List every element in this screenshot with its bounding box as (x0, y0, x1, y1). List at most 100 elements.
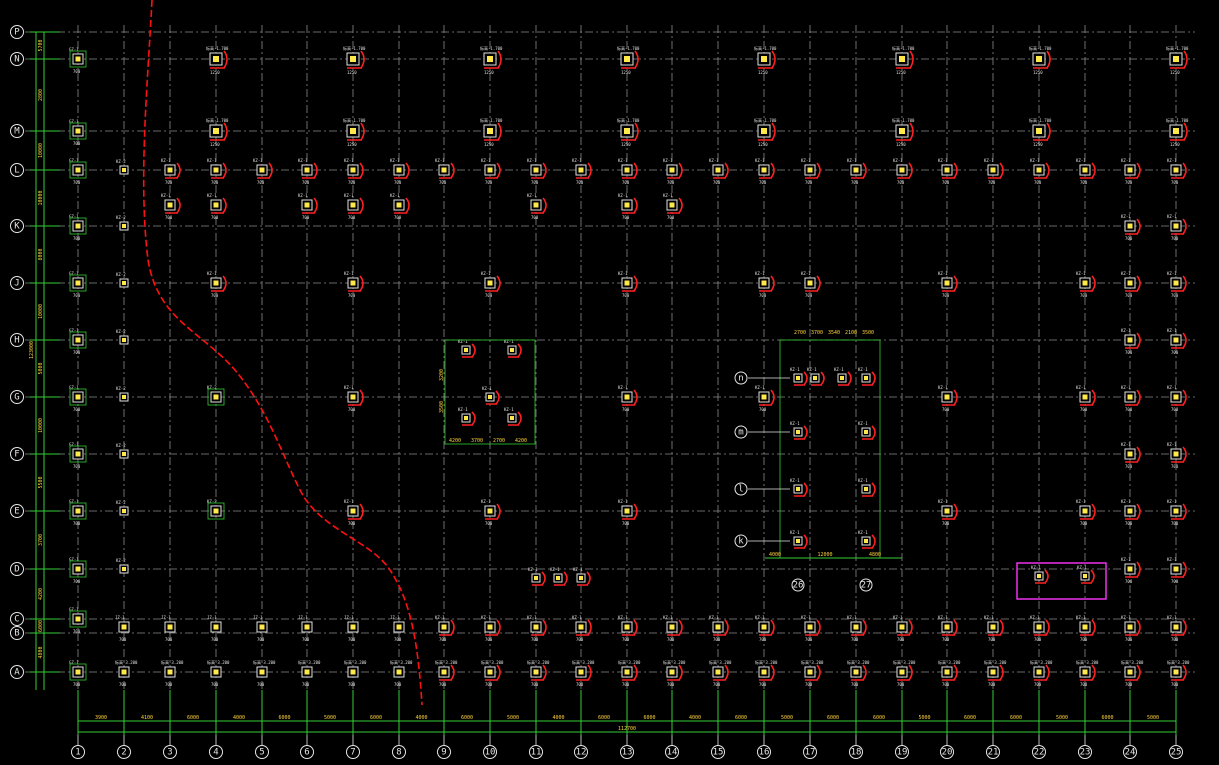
column-symbol[interactable]: JZ-1 700 (390, 615, 405, 642)
column-symbol[interactable]: GZ-1700 (69, 557, 87, 584)
column-symbol[interactable]: 标高-1.700 1250 (480, 117, 503, 147)
column-symbol[interactable]: KZ-1 700 (618, 385, 638, 412)
column-symbol[interactable]: KZ-1 700 (344, 385, 364, 412)
column-symbol[interactable]: KZ-2 (116, 443, 129, 459)
local-axis-m[interactable]: m (734, 425, 790, 439)
column-symbol[interactable]: KZ-1 700 (1167, 271, 1187, 298)
column-symbol[interactable]: 标高-3.200 700 (161, 659, 184, 687)
column-symbol[interactable]: KZ-1 700 (1076, 158, 1096, 185)
column-symbol[interactable]: KZ-1 700 (1121, 442, 1141, 469)
axis-bubble-10[interactable]: 10 (483, 735, 497, 759)
column-symbol[interactable]: KZ-1 700 (435, 615, 455, 642)
column-symbol[interactable]: KZ-1 (504, 339, 522, 358)
column-symbol[interactable]: KZ-1 700 (709, 158, 729, 185)
column-symbol[interactable]: 标高-1.700 1250 (1166, 117, 1189, 147)
column-symbol[interactable]: KZ-1 700 (938, 271, 958, 298)
column-symbol[interactable]: 标高-3.200 700 (390, 659, 413, 687)
axis-bubble-B[interactable]: B (10, 626, 24, 640)
column-symbol[interactable]: KZ-1 700 (1167, 158, 1187, 185)
column-symbol[interactable]: KZ-1 (858, 530, 876, 549)
axis-bubble-2[interactable]: 2 (117, 735, 131, 759)
column-symbol[interactable]: KZ-2 (116, 159, 129, 175)
column-symbol[interactable]: 标高-3.200 700 (1121, 659, 1144, 687)
column-symbol[interactable]: KZ-1 700 (1167, 328, 1187, 355)
local-axis-26[interactable]: 26 (791, 578, 805, 592)
axis-bubble-17[interactable]: 17 (803, 735, 817, 759)
axis-bubble-G[interactable]: G (10, 390, 24, 404)
column-symbol[interactable]: 标高-1.700 1250 (480, 45, 503, 75)
axis-bubble-14[interactable]: 14 (665, 735, 679, 759)
column-symbol[interactable]: KZ-1 700 (801, 615, 821, 642)
column-symbol[interactable]: GZ-1700 (69, 442, 87, 469)
column-symbol[interactable]: KZ-1 700 (1121, 271, 1141, 298)
column-symbol[interactable]: KZ-1 (458, 339, 476, 358)
column-symbol[interactable]: KZ-2 (116, 329, 129, 345)
axis-bubble-22[interactable]: 22 (1032, 735, 1046, 759)
column-symbol[interactable]: KZ-1 700 (1167, 499, 1187, 526)
column-symbol[interactable]: KZ-1 700 (1167, 442, 1187, 469)
column-symbol[interactable]: JZ-1 700 (344, 615, 359, 642)
column-symbol[interactable]: KZ-1 (790, 530, 808, 549)
column-symbol[interactable]: KZ-1 700 (938, 385, 958, 412)
column-symbol[interactable]: 标高-3.200 700 (527, 659, 550, 687)
column-symbol[interactable]: 标高-1.700 1250 (892, 45, 915, 75)
axis-bubble-19[interactable]: 19 (895, 735, 909, 759)
column-symbol[interactable]: KZ-2 (116, 500, 129, 516)
column-symbol[interactable]: KZ-1 700 (344, 271, 364, 298)
column-symbol[interactable]: KZ-1 (1031, 565, 1049, 584)
column-symbol[interactable]: KZ-1 700 (253, 158, 273, 185)
column-symbol[interactable]: KZ-1 700 (618, 499, 638, 526)
column-symbol[interactable]: KZ-1 700 (755, 615, 775, 642)
detail-block-large[interactable]: 2700 3700 3540 2100 3500 4000 12000 4800 (765, 330, 902, 559)
column-symbol[interactable]: KZ-1 700 (527, 193, 547, 220)
column-symbol[interactable]: KZ-2 (116, 386, 129, 402)
column-symbol[interactable]: JZ-1 700 (253, 615, 268, 642)
column-symbol[interactable]: KZ-2 (116, 558, 129, 574)
axis-bubble-6[interactable]: 6 (300, 735, 314, 759)
column-symbol[interactable]: 标高-3.200 700 (435, 659, 458, 687)
column-symbol[interactable]: KZ-1 (458, 407, 476, 426)
axis-bubble-1[interactable]: 1 (71, 735, 85, 759)
column-symbol[interactable]: KZ-2 (116, 272, 129, 288)
column-symbol[interactable]: KZ-1 700 (1076, 499, 1096, 526)
column-symbol[interactable]: KZ-1 700 (755, 158, 775, 185)
column-symbol[interactable]: KZ-1 700 (161, 193, 181, 220)
column-symbol[interactable]: KZ-1 700 (1121, 385, 1141, 412)
column-symbol[interactable]: GZ-1700 (69, 214, 87, 241)
column-symbol[interactable]: GZ-1700 (69, 158, 87, 185)
column-symbol[interactable]: KZ-1 (550, 567, 568, 586)
axis-bubble-5[interactable]: 5 (255, 735, 269, 759)
column-symbol[interactable]: KZ-2 (207, 499, 225, 520)
axis-bubble-4[interactable]: 4 (209, 735, 223, 759)
column-symbol[interactable]: 标高-1.700 1250 (1029, 117, 1052, 147)
axis-bubble-23[interactable]: 23 (1078, 735, 1092, 759)
column-symbol[interactable]: KZ-1 (504, 407, 522, 426)
local-axis-n[interactable]: n (734, 371, 790, 385)
column-symbol[interactable]: 标高-3.200 700 (344, 659, 367, 687)
column-symbol[interactable]: 标高-1.700 1250 (617, 45, 640, 75)
column-symbol[interactable]: GZ-1700 (69, 660, 87, 687)
column-symbol[interactable]: KZ-1 700 (207, 271, 227, 298)
axis-bubble-E[interactable]: E (10, 504, 24, 518)
column-symbol[interactable]: KZ-1 700 (663, 193, 683, 220)
column-symbol[interactable]: 标高-3.200 700 (618, 659, 641, 687)
column-symbol[interactable]: KZ-1 700 (618, 158, 638, 185)
axis-bubble-F[interactable]: F (10, 447, 24, 461)
column-symbol[interactable]: KZ-1 700 (938, 158, 958, 185)
column-symbol[interactable]: 标高-3.200 700 (893, 659, 916, 687)
column-symbol[interactable]: KZ-1 (790, 367, 808, 386)
column-symbol[interactable]: KZ-1 700 (618, 271, 638, 298)
axis-bubble-A[interactable]: A (10, 665, 24, 679)
column-symbol[interactable]: 标高-1.700 1250 (343, 45, 366, 75)
column-symbol[interactable]: GZ-1700 (69, 328, 87, 355)
axis-bubble-P[interactable]: P (10, 25, 24, 39)
column-symbol[interactable]: KZ-1 700 (1030, 615, 1050, 642)
column-symbol[interactable]: KZ-1 700 (344, 499, 364, 526)
column-symbol[interactable]: KZ-1 700 (893, 158, 913, 185)
axis-bubble-15[interactable]: 15 (711, 735, 725, 759)
column-symbol[interactable]: 标高-3.200 700 (115, 659, 138, 687)
column-symbol[interactable]: KZ-1 700 (435, 158, 455, 185)
column-symbol[interactable]: KZ-1 700 (481, 158, 501, 185)
column-symbol[interactable]: KZ-1 700 (527, 158, 547, 185)
axis-bubble-H[interactable]: H (10, 333, 24, 347)
